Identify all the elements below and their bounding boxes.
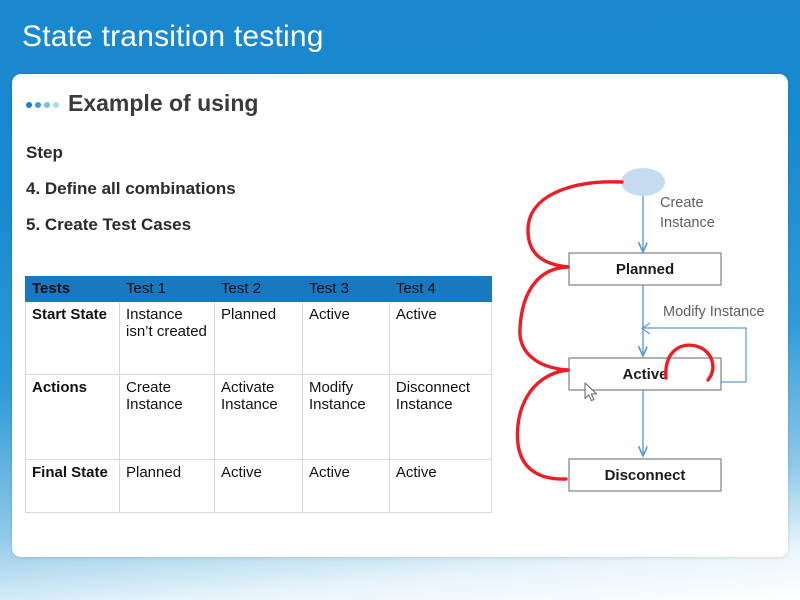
node-label-planned: Planned bbox=[616, 261, 674, 278]
table-header-cell: Test 3 bbox=[301, 276, 390, 302]
table-row: Actions Create Instance Activate Instanc… bbox=[25, 373, 493, 460]
node-label-active: Active bbox=[622, 366, 667, 383]
state-transition-diagram: Create Instance Planned Modify Instance … bbox=[510, 168, 790, 508]
node-label-disconnect: Disconnect bbox=[605, 467, 686, 484]
table-cell: Instance isn’t created bbox=[118, 300, 216, 375]
table-row: Start State Instance isn’t created Plann… bbox=[25, 300, 493, 375]
mouse-cursor-icon bbox=[584, 382, 597, 402]
table-cell: Planned bbox=[118, 458, 216, 513]
table-cell: Active bbox=[301, 458, 390, 513]
edge-label-create-instance-2: Instance bbox=[660, 215, 715, 231]
edge-label-create-instance-1: Create bbox=[660, 195, 704, 211]
table-cell: Active bbox=[214, 458, 303, 513]
table-cell: Active bbox=[388, 458, 493, 513]
page-title: State transition testing bbox=[22, 20, 324, 53]
table-cell: Activate Instance bbox=[214, 373, 303, 460]
slide-footer: NetCracker® © 2015 NetCracker Technology… bbox=[0, 561, 800, 600]
start-oval bbox=[621, 168, 665, 196]
annotation-planned-to-active bbox=[518, 265, 570, 372]
table-cell: Disconnect Instance bbox=[388, 373, 493, 460]
text-step-4: 4. Define all combinations bbox=[26, 179, 236, 198]
four-dots-icon bbox=[26, 101, 59, 108]
table-cell: Planned bbox=[214, 300, 303, 375]
table-cell: Active bbox=[388, 300, 493, 375]
row-label: Start State bbox=[25, 300, 120, 375]
annotation-active-to-disconnect bbox=[515, 368, 570, 481]
table-row: Final State Planned Active Active Active bbox=[25, 458, 493, 513]
tests-table: Tests Test 1 Test 2 Test 3 Test 4 Start … bbox=[25, 276, 493, 513]
table-header-cell: Test 2 bbox=[214, 276, 303, 302]
table-cell: Active bbox=[301, 300, 390, 375]
text-step: Step bbox=[26, 143, 63, 162]
text-step-5: 5. Create Test Cases bbox=[26, 215, 192, 234]
table-header-cell: Test 4 bbox=[388, 276, 493, 302]
content-card: Example of using Step 4. Define all comb… bbox=[12, 74, 788, 557]
table-header-cell: Tests bbox=[25, 276, 120, 302]
section-heading: Example of using bbox=[26, 90, 258, 117]
table-cell: Create Instance bbox=[118, 373, 216, 460]
table-cell: Modify Instance bbox=[301, 373, 390, 460]
slide-canvas: State transition testing Example of usin… bbox=[0, 0, 800, 600]
table-header-cell: Test 1 bbox=[118, 276, 216, 302]
row-label: Actions bbox=[25, 373, 120, 460]
section-heading-label: Example of using bbox=[68, 90, 259, 116]
edge-label-modify-instance: Modify Instance bbox=[663, 304, 765, 320]
row-label: Final State bbox=[25, 458, 120, 513]
table-header-row: Tests Test 1 Test 2 Test 3 Test 4 bbox=[25, 276, 493, 302]
